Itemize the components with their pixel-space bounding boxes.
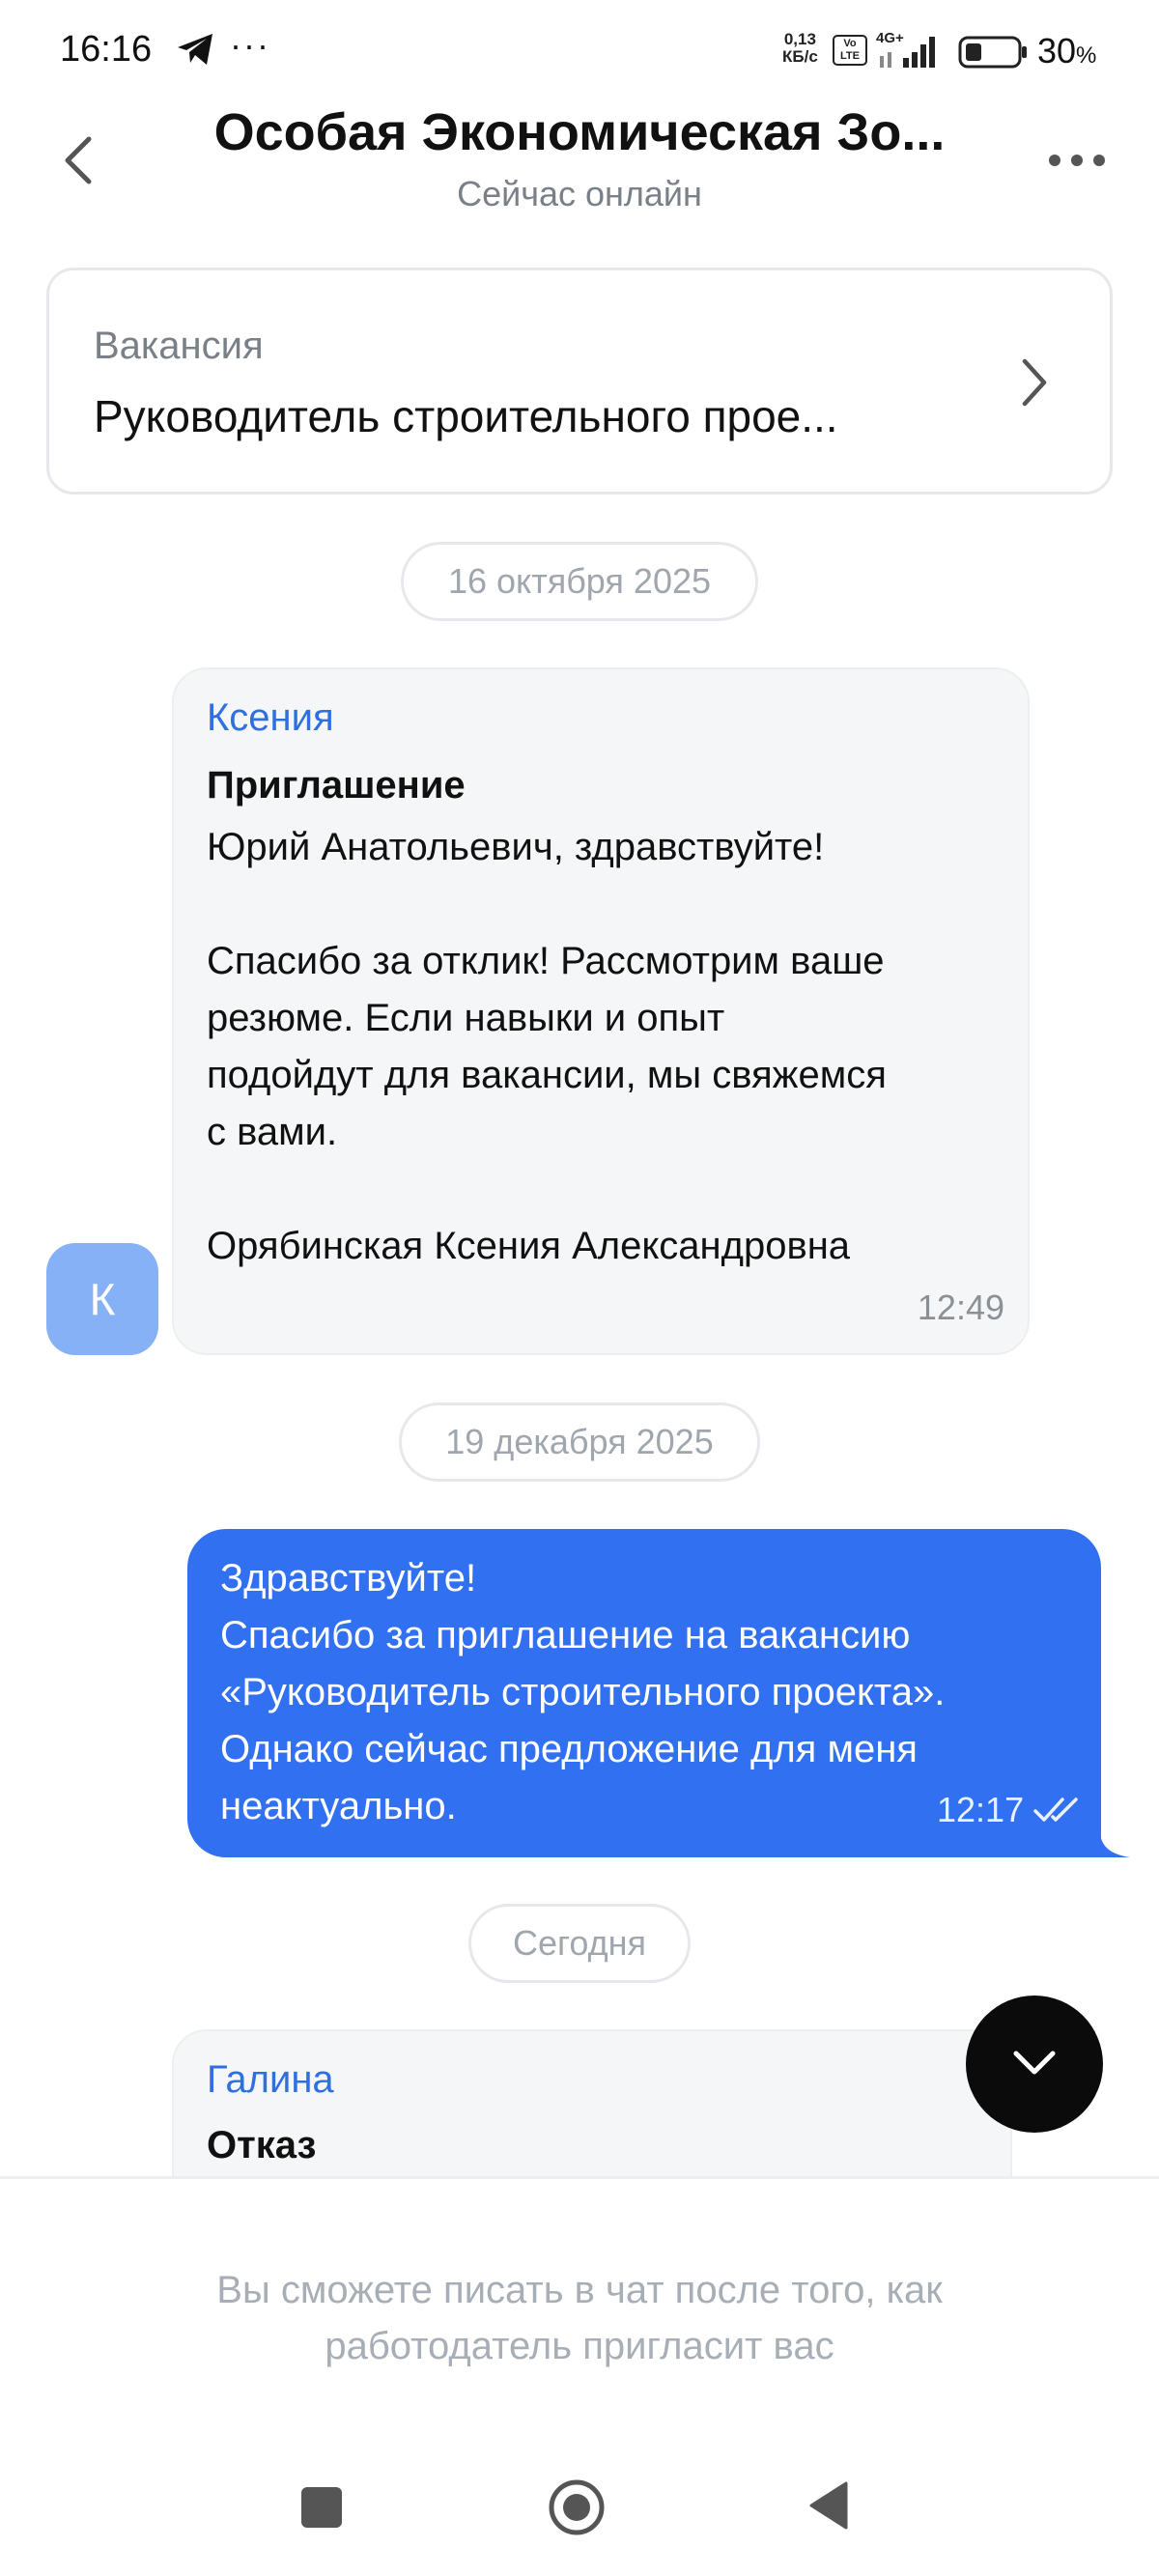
network-speed: 0,13 КБ/с [782,30,818,66]
more-options-icon[interactable] [1043,141,1111,180]
incoming-message[interactable]: Ксения Приглашение Юрий Анатольевич, здр… [172,667,1030,1355]
battery-percent: 30% [1037,31,1097,71]
online-status: Сейчас онлайн [457,174,702,213]
vacancy-card[interactable]: Вакансия Руководитель строительного прое… [46,268,1113,495]
network-type-label: 4G+ [876,30,904,46]
chat-title[interactable]: Особая Экономическая Зо... [145,102,1014,162]
message-time: 12:17 [937,1790,1025,1829]
date-separator: Сегодня [468,1904,691,1983]
back-triangle-icon[interactable] [807,2479,850,2532]
recent-apps-icon[interactable] [301,2487,342,2528]
vacancy-label: Вакансия [94,325,264,367]
chevron-right-icon [1022,358,1047,407]
telegram-icon [178,34,212,65]
date-separator: 16 октября 2025 [401,542,758,621]
sender-name[interactable]: Галина [207,2058,334,2102]
battery-icon [958,36,1027,69]
system-nav-bar [0,2437,1159,2576]
status-bar: 16:16 ··· 0,13 КБ/с Vo LTE 4G+ 30% [0,0,1159,97]
read-checkmarks-icon [1033,1798,1078,1822]
bubble-tail [1091,1838,1130,1857]
chevron-down-icon [1013,2051,1056,2075]
outgoing-message[interactable]: Здравствуйте! Спасибо за приглашение на … [187,1529,1101,1857]
message-time: 12:49 [917,1288,1004,1327]
back-arrow-icon[interactable] [50,126,108,195]
message-body: Юрий Анатольевич, здравствуйте! Спасибо … [207,826,887,1267]
chat-input-disabled-notice: Вы сможете писать в чат после того, как … [0,2176,1159,2437]
home-icon[interactable] [547,2477,607,2537]
chat-header: Особая Экономическая Зо... Сейчас онлайн [0,97,1159,222]
clock: 16:16 [60,29,153,70]
signal-icon: 4G+ [876,30,935,68]
avatar[interactable]: К [46,1243,158,1355]
message-title: Приглашение [207,764,466,807]
vacancy-title: Руководитель строительного прое... [94,391,838,441]
more-notifications-icon: ··· [230,25,270,65]
volte-icon: Vo LTE [833,35,867,66]
sender-name[interactable]: Ксения [207,696,334,740]
scroll-down-button[interactable] [966,1996,1103,2133]
notice-text: Вы сможете писать в чат после того, как … [216,2269,943,2367]
message-title: Отказ [207,2124,317,2166]
date-separator: 19 декабря 2025 [399,1402,760,1482]
